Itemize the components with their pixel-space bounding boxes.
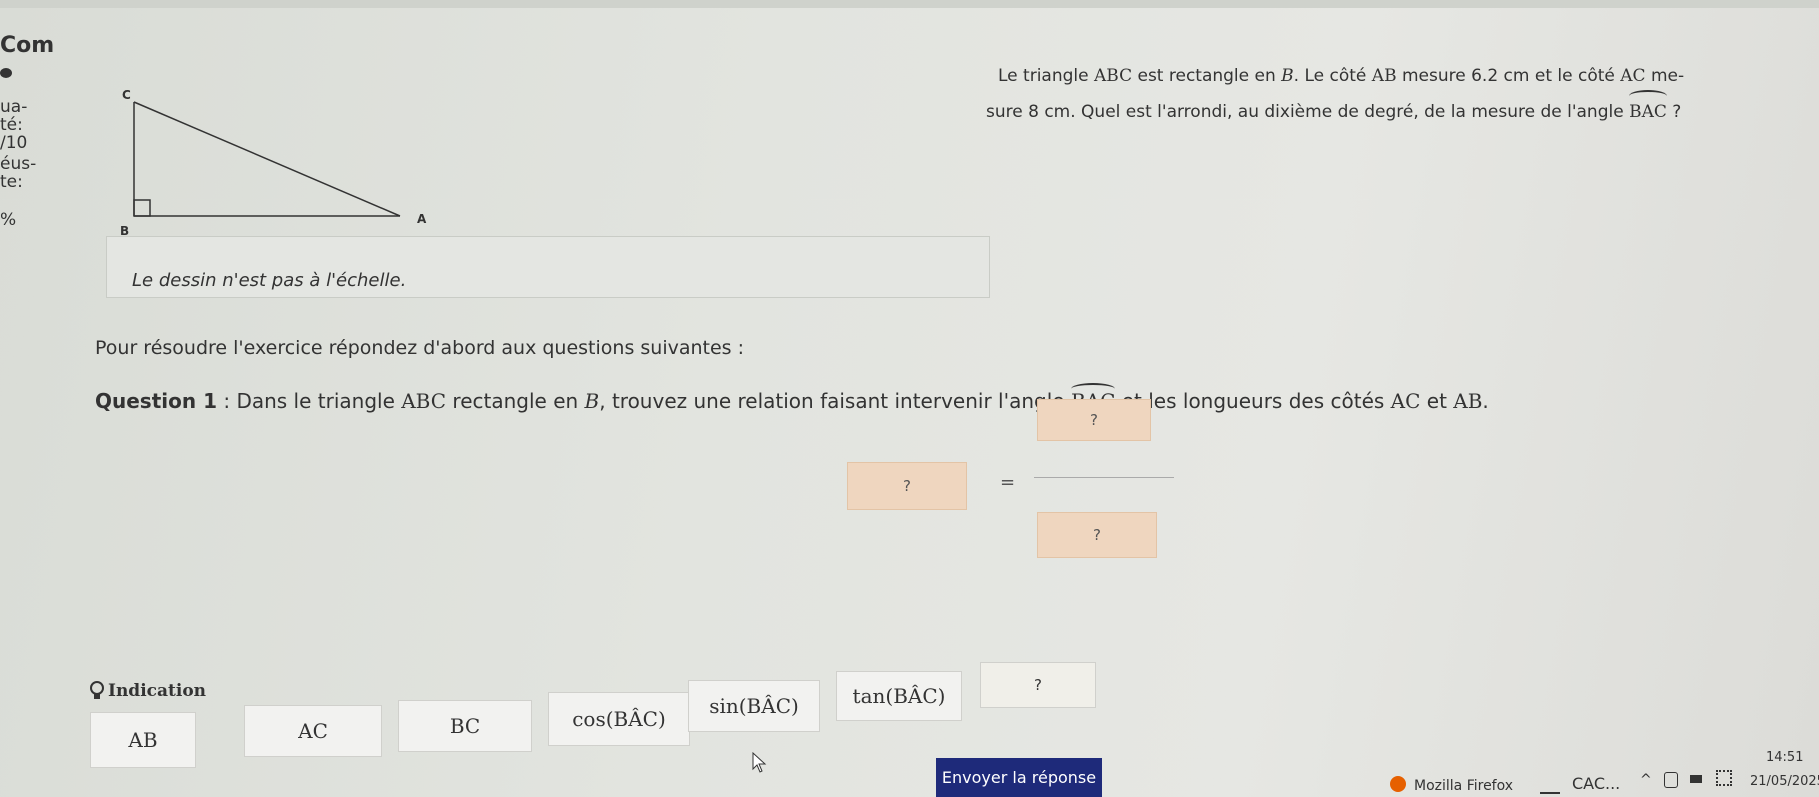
left-side-slot[interactable]: ? [847, 462, 967, 510]
battery-icon[interactable] [1690, 775, 1702, 783]
angle-bac: BAC [1629, 90, 1667, 128]
denominator-slot[interactable]: ? [1037, 512, 1157, 558]
sidebar-line: té: [0, 115, 23, 135]
app-icon[interactable] [1540, 778, 1560, 794]
taskbar-date: 21/05/2025 [1750, 774, 1819, 789]
sidebar-line: /10 [0, 133, 28, 153]
firefox-icon[interactable] [1390, 776, 1406, 792]
question-1-text: Question 1 : Dans le triangle ABC rectan… [95, 383, 1489, 413]
sidebar-line: te: [0, 172, 23, 192]
tile-bc[interactable]: BC [398, 700, 532, 752]
right-angle-mark [133, 199, 151, 217]
sidebar-line: ua- [0, 97, 28, 117]
tile-tan-bac[interactable]: tan(BÂC) [836, 671, 962, 721]
sidebar-line: éus- [0, 154, 37, 174]
browser-top-strip [0, 0, 1819, 8]
mouse-cursor-icon [752, 752, 767, 773]
camera-icon[interactable] [1664, 772, 1678, 788]
taskbar-time: 14:51 [1766, 750, 1804, 765]
taskbar-firefox[interactable]: Mozilla Firefox [1414, 778, 1513, 794]
scale-notice: Le dessin n'est pas à l'échelle. [106, 236, 990, 298]
fraction-bar [1034, 477, 1174, 478]
side-ac [133, 101, 401, 217]
lightbulb-icon [90, 681, 104, 699]
scale-notice-text: Le dessin n'est pas à l'échelle. [132, 270, 407, 291]
sidebar-line: % [0, 210, 17, 230]
instructions-text: Pour résoudre l'exercice répondez d'abor… [95, 337, 745, 359]
problem-statement: Le triangle ABC est rectangle en B. Le c… [986, 60, 1798, 128]
tile-cos-bac[interactable]: cos(BÂC) [548, 692, 690, 746]
submit-answer-button[interactable]: Envoyer la réponse [936, 758, 1102, 797]
vertex-a-label: A [417, 212, 427, 226]
sidebar-title: Com [0, 33, 55, 58]
tile-ac[interactable]: AC [244, 705, 382, 757]
vertex-c-label: C [122, 88, 131, 102]
tile-ab[interactable]: AB [90, 712, 196, 768]
numerator-slot[interactable]: ? [1037, 399, 1151, 441]
chevron-up-icon[interactable]: ^ [1640, 772, 1652, 788]
taskbar-cac[interactable]: CAC... [1572, 774, 1620, 793]
apps-icon[interactable] [1716, 770, 1732, 786]
tile-unknown[interactable]: ? [980, 662, 1096, 708]
triangle-figure [133, 101, 401, 217]
equals-sign: = [1000, 472, 1016, 493]
hint-button[interactable]: Indication [90, 681, 206, 701]
comment-icon[interactable] [0, 68, 12, 78]
tile-sin-bac[interactable]: sin(BÂC) [688, 680, 820, 732]
